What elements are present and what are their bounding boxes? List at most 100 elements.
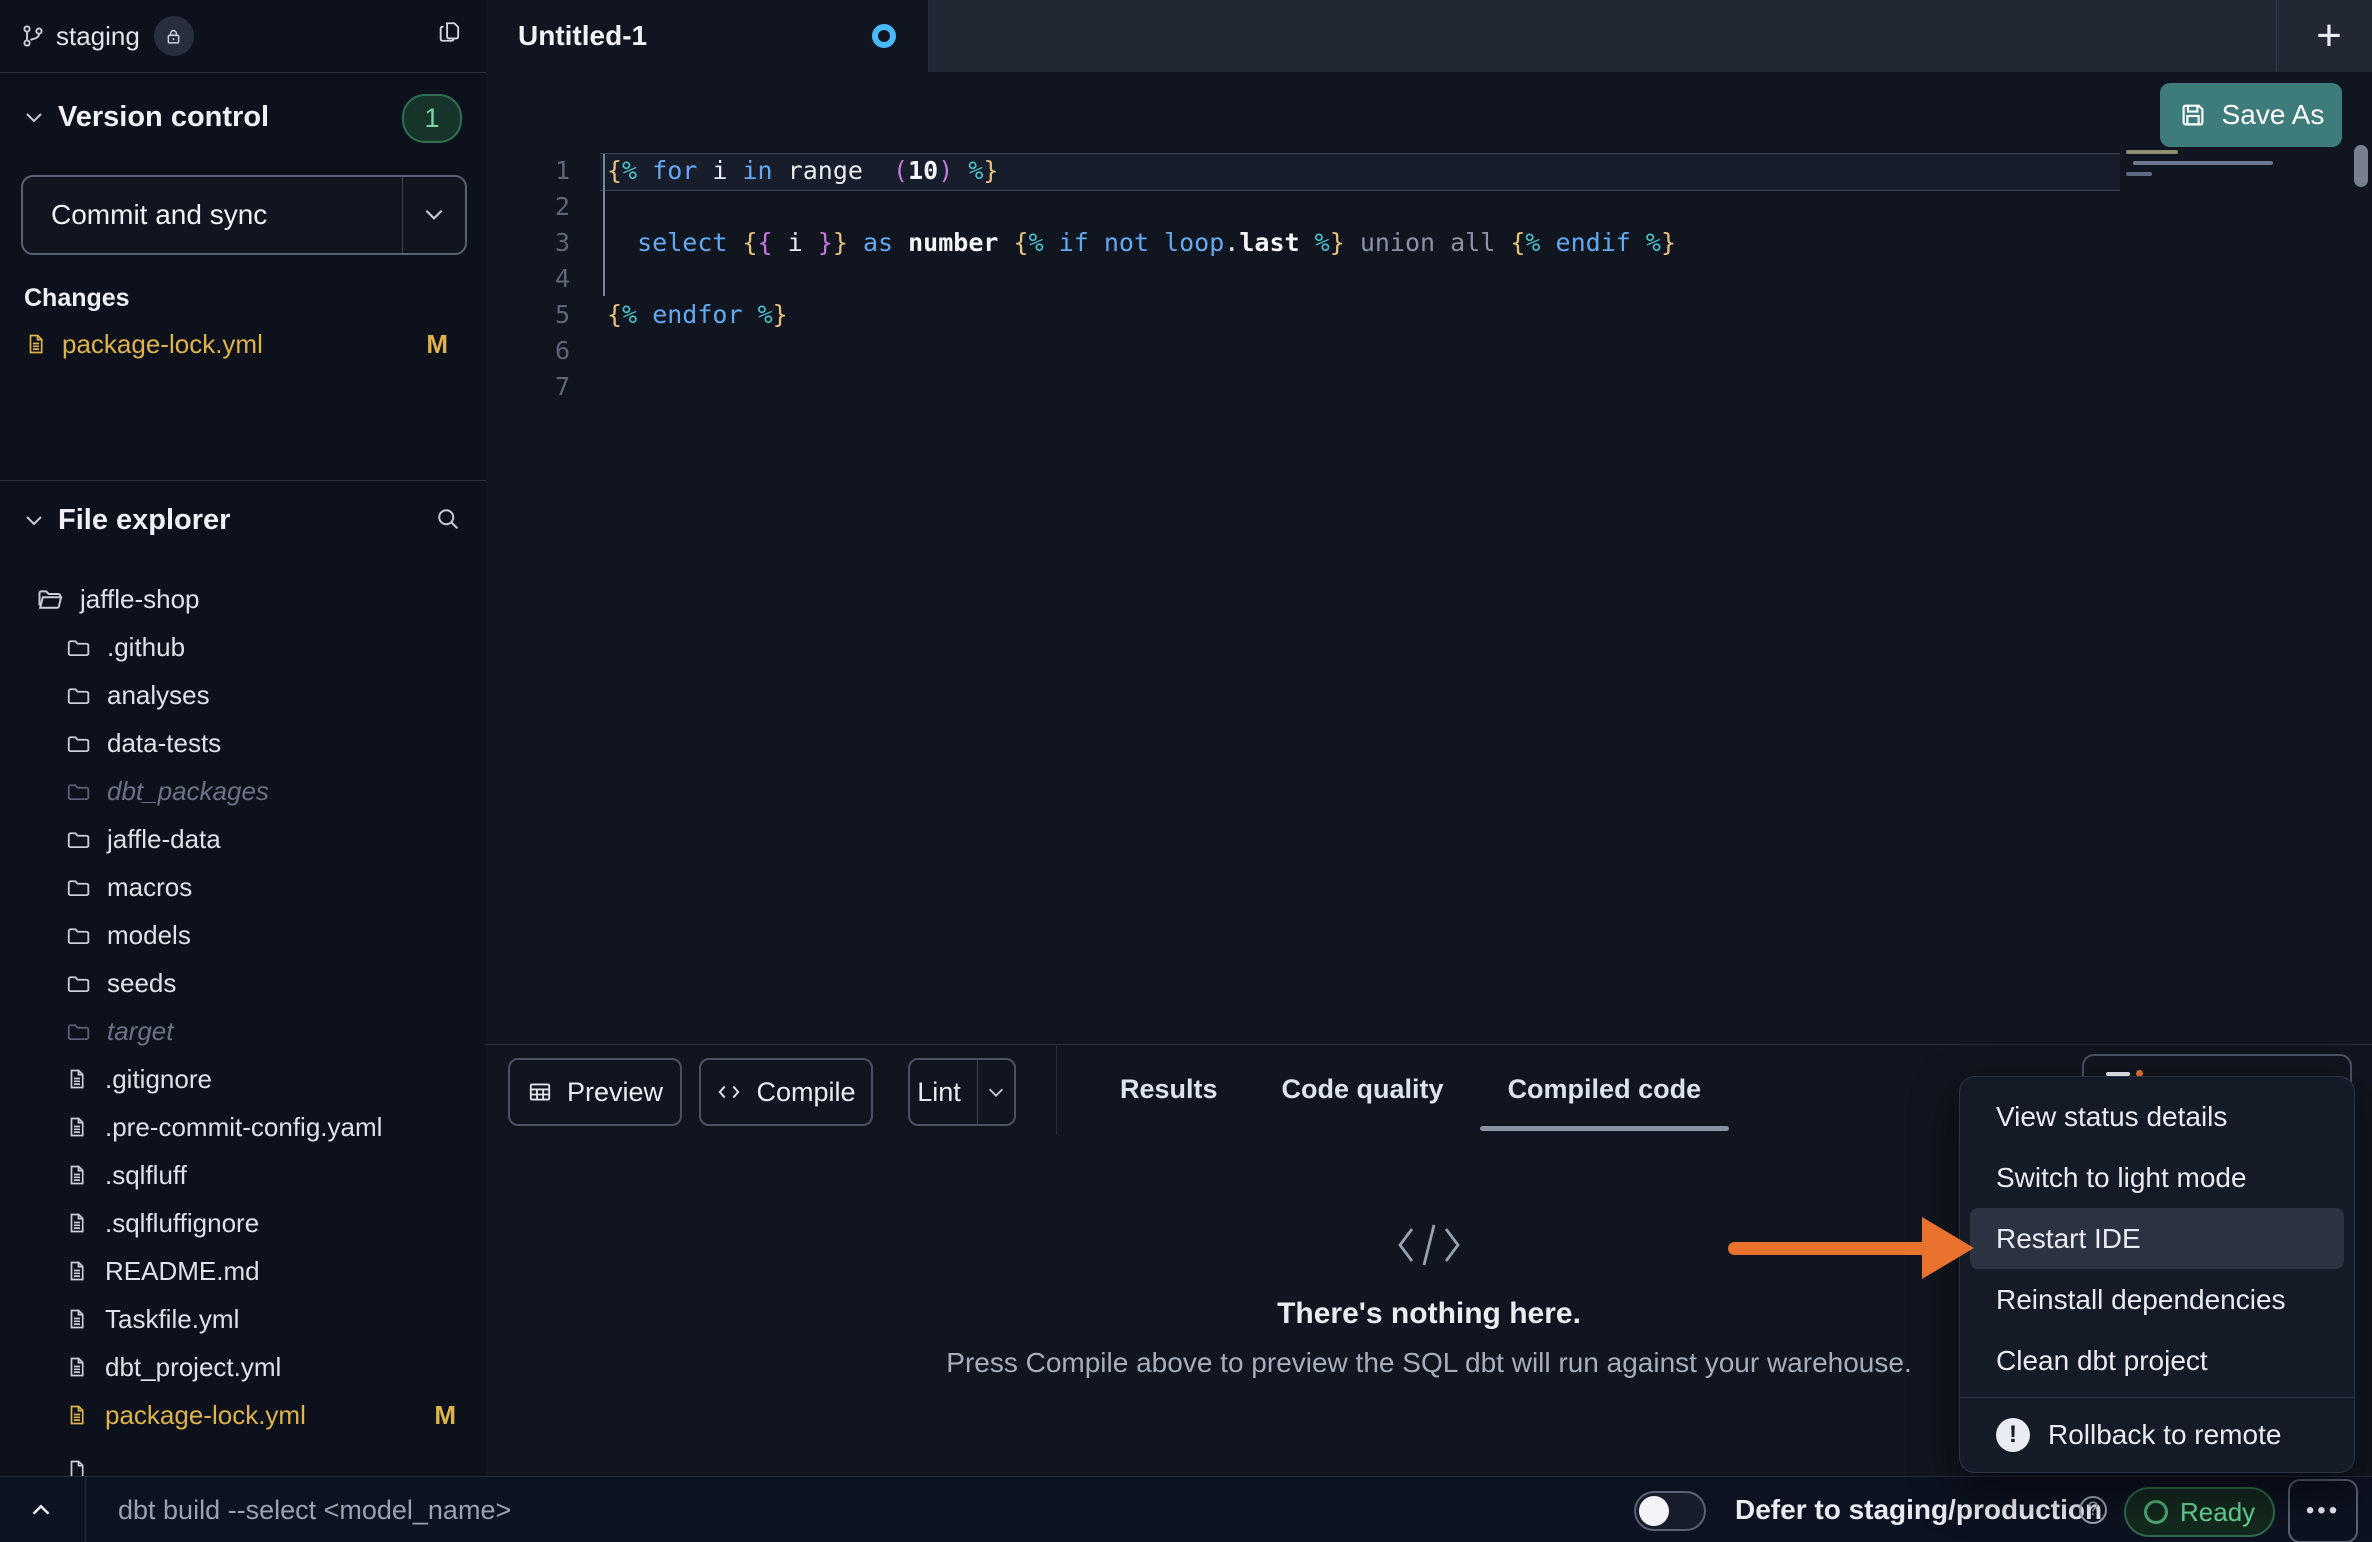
code-line-4: 4 xyxy=(486,261,2372,297)
file-row-seeds[interactable]: seeds xyxy=(0,959,486,1007)
tab-results[interactable]: Results xyxy=(1120,1074,1218,1105)
code-editor[interactable]: 1{% for i in range (10) %}23 select {{ i… xyxy=(486,72,2372,1044)
menu-item-reinstall-dependencies[interactable]: Reinstall dependencies xyxy=(1970,1269,2344,1330)
file-row-analyses[interactable]: analyses xyxy=(0,671,486,719)
file-row-macros[interactable]: macros xyxy=(0,863,486,911)
menu-item-switch-to-light-mode[interactable]: Switch to light mode xyxy=(1970,1147,2344,1208)
file-label: analyses xyxy=(107,680,210,711)
file-label: .sqlfluffignore xyxy=(105,1208,259,1239)
compile-button[interactable]: Compile xyxy=(699,1058,873,1126)
commit-and-sync-button[interactable]: Commit and sync xyxy=(21,175,467,255)
file-explorer-header[interactable]: File explorer xyxy=(0,497,486,543)
tab-code-quality[interactable]: Code quality xyxy=(1282,1074,1444,1105)
button-divider xyxy=(977,1060,978,1124)
help-icon[interactable]: ? xyxy=(2079,1496,2107,1524)
file-row-target[interactable]: target xyxy=(0,1007,486,1055)
file-row--gitignore[interactable]: .gitignore xyxy=(0,1055,486,1103)
menu-item-label: Reinstall dependencies xyxy=(1996,1284,2286,1316)
line-number: 3 xyxy=(486,225,570,261)
file-row--sqlfluffignore[interactable]: .sqlfluffignore xyxy=(0,1199,486,1247)
unsaved-indicator-icon xyxy=(872,24,896,48)
tabstrip-divider xyxy=(2276,0,2277,71)
menu-item-view-status-details[interactable]: View status details xyxy=(1970,1086,2344,1147)
line-number: 5 xyxy=(486,297,570,333)
menu-item-restart-ide[interactable]: Restart IDE xyxy=(1970,1208,2344,1269)
branch-name: staging xyxy=(56,21,140,52)
file-row-data-tests[interactable]: data-tests xyxy=(0,719,486,767)
command-input[interactable]: dbt build --select <model_name> xyxy=(118,1477,1118,1542)
file-icon xyxy=(65,1210,89,1236)
version-control-header[interactable]: Version control 1 xyxy=(0,94,486,140)
file-row--github[interactable]: .github xyxy=(0,623,486,671)
file-label: dbt_project.yml xyxy=(105,1352,281,1383)
folder-icon xyxy=(65,970,91,996)
tab-compiled-code[interactable]: Compiled code xyxy=(1508,1074,1702,1105)
chevron-down-icon[interactable] xyxy=(985,1081,1007,1103)
code-line-7: 7 xyxy=(486,369,2372,405)
help-glyph: ? xyxy=(2088,1499,2099,1521)
file-row-readme-md[interactable]: README.md xyxy=(0,1247,486,1295)
file-label: package-lock.yml xyxy=(105,1400,306,1431)
file-row-jaffle-data[interactable]: jaffle-data xyxy=(0,815,486,863)
commandbar-divider xyxy=(85,1477,86,1542)
preview-button[interactable]: Preview xyxy=(508,1058,682,1126)
lint-button[interactable]: Lint xyxy=(908,1058,1016,1126)
commit-button-label: Commit and sync xyxy=(51,199,267,231)
defer-toggle[interactable] xyxy=(1634,1491,1706,1531)
branch-header: staging xyxy=(0,0,486,73)
file-tree: jaffle-shop.githubanalysesdata-testsdbt_… xyxy=(0,575,486,1476)
line-number: 1 xyxy=(486,153,570,189)
file-label: models xyxy=(107,920,191,951)
folder-icon xyxy=(65,826,91,852)
line-content: {% for i in range (10) %} xyxy=(607,153,998,189)
copy-branch-button[interactable] xyxy=(436,18,464,46)
tab-untitled-1[interactable]: Untitled-1 xyxy=(486,0,929,72)
ide-status-badge[interactable]: Ready xyxy=(2124,1487,2275,1537)
file-icon xyxy=(65,1258,89,1284)
menu-item-rollback-to-remote[interactable]: !Rollback to remote xyxy=(1970,1404,2344,1465)
file-icon xyxy=(65,1402,89,1428)
file-label: .pre-commit-config.yaml xyxy=(105,1112,382,1143)
changed-file-row[interactable]: package-lock.yml M xyxy=(24,324,462,364)
menu-item-label: Restart IDE xyxy=(1996,1223,2141,1255)
save-as-label: Save As xyxy=(2222,99,2325,131)
folder-open-icon xyxy=(36,585,64,613)
more-options-button[interactable]: ••• xyxy=(2288,1479,2358,1542)
file-row-dbt-packages[interactable]: dbt_packages xyxy=(0,767,486,815)
file-row--pre-commit-config-yaml[interactable]: .pre-commit-config.yaml xyxy=(0,1103,486,1151)
save-as-button[interactable]: Save As xyxy=(2160,83,2342,147)
changes-heading: Changes xyxy=(24,284,130,313)
file-icon xyxy=(65,1306,89,1332)
chevron-down-icon xyxy=(22,105,46,129)
branch-selector[interactable]: staging xyxy=(20,16,194,56)
new-tab-button[interactable]: + xyxy=(2286,0,2372,71)
lint-label: Lint xyxy=(917,1077,961,1108)
expand-command-bar-button[interactable] xyxy=(26,1495,56,1525)
save-icon xyxy=(2178,100,2208,130)
search-files-button[interactable] xyxy=(434,505,462,533)
lock-icon xyxy=(164,27,183,46)
git-branch-icon xyxy=(20,23,46,49)
panel-divider xyxy=(1056,1045,1057,1134)
editor-scrollbar-thumb[interactable] xyxy=(2354,145,2368,187)
preview-label: Preview xyxy=(567,1077,663,1108)
file-row-dbt-project-yml[interactable]: dbt_project.yml xyxy=(0,1343,486,1391)
file-row-taskfile-yml[interactable]: Taskfile.yml xyxy=(0,1295,486,1343)
chevron-down-icon[interactable] xyxy=(421,201,447,227)
menu-item-clean-dbt-project[interactable]: Clean dbt project xyxy=(1970,1330,2344,1391)
menu-item-label: View status details xyxy=(1996,1101,2227,1133)
code-slash-icon xyxy=(1396,1221,1462,1269)
file-row--sqlfluff[interactable]: .sqlfluff xyxy=(0,1151,486,1199)
minimap[interactable] xyxy=(2126,150,2276,183)
folder-icon xyxy=(65,682,91,708)
minimap-line xyxy=(2126,172,2152,176)
folder-icon xyxy=(65,1018,91,1044)
folder-icon xyxy=(65,634,91,660)
modified-marker: M xyxy=(434,1400,456,1431)
file-label: jaffle-data xyxy=(107,824,221,855)
code-line-1: 1 {% for i in range (10) %} xyxy=(486,153,2372,189)
file-row-jaffle-shop[interactable]: jaffle-shop xyxy=(0,575,486,623)
file-row-package-lock-yml[interactable]: package-lock.yml M xyxy=(0,1391,486,1439)
file-row-models[interactable]: models xyxy=(0,911,486,959)
arrow-tail xyxy=(1728,1242,1928,1255)
